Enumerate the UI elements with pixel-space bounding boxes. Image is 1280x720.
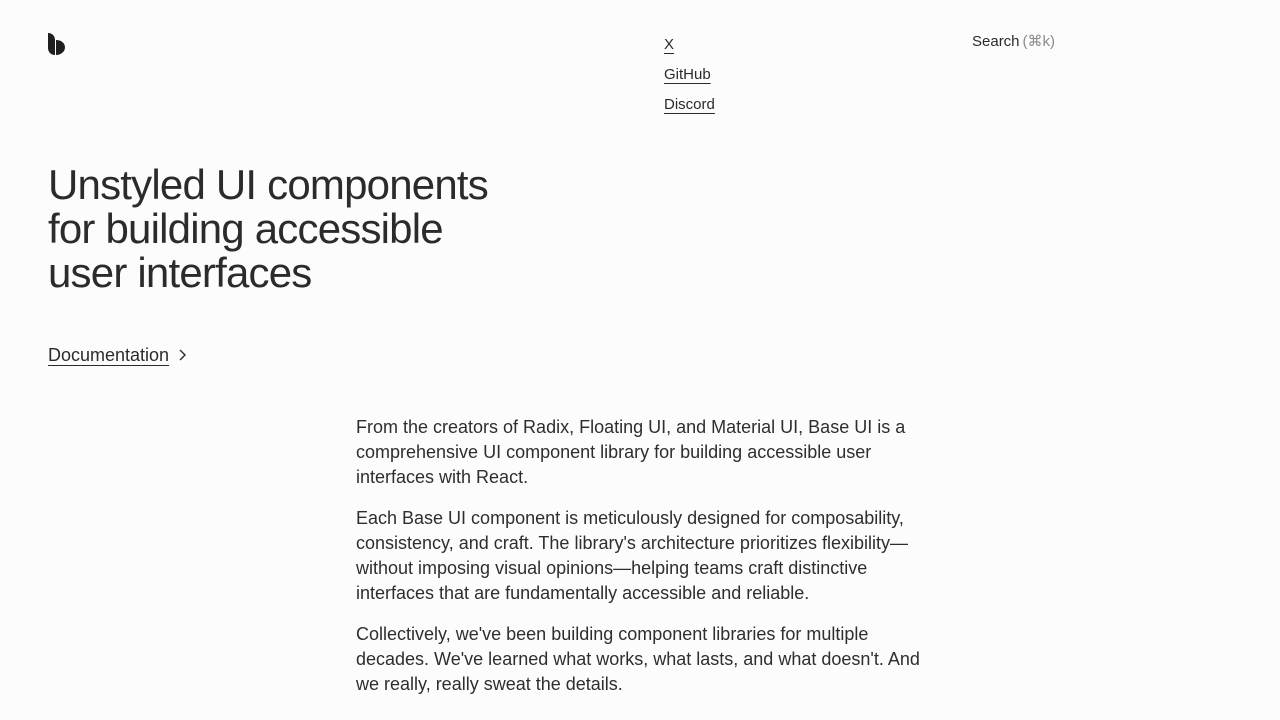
page: X GitHub Discord Search (⌘k) Unstyled UI … bbox=[0, 0, 1280, 720]
header-nav: X GitHub Discord bbox=[664, 30, 715, 120]
intro-paragraph: Each Base UI component is meticulously d… bbox=[356, 508, 908, 603]
documentation-link-label: Documentation bbox=[48, 345, 170, 365]
documentation-link[interactable]: Documentation bbox=[48, 343, 187, 367]
search-shortcut: (⌘k) bbox=[1022, 33, 1056, 50]
base-ui-logo-icon[interactable] bbox=[48, 33, 66, 55]
page-title: Unstyled UI components for building acce… bbox=[48, 161, 489, 296]
nav-link-github[interactable]: GitHub bbox=[664, 60, 715, 90]
search-label: Search bbox=[972, 33, 1020, 50]
intro-section: From the creators of Radix, Floating UI,… bbox=[356, 415, 936, 713]
chevron-right-icon bbox=[179, 349, 187, 361]
search-button[interactable]: Search (⌘k) bbox=[972, 30, 1055, 54]
nav-link-discord[interactable]: Discord bbox=[664, 90, 715, 120]
intro-paragraph: Collectively, we've been building compon… bbox=[356, 624, 920, 694]
nav-link-x[interactable]: X bbox=[664, 30, 715, 60]
intro-paragraph: From the creators of Radix, Floating UI,… bbox=[356, 417, 906, 487]
